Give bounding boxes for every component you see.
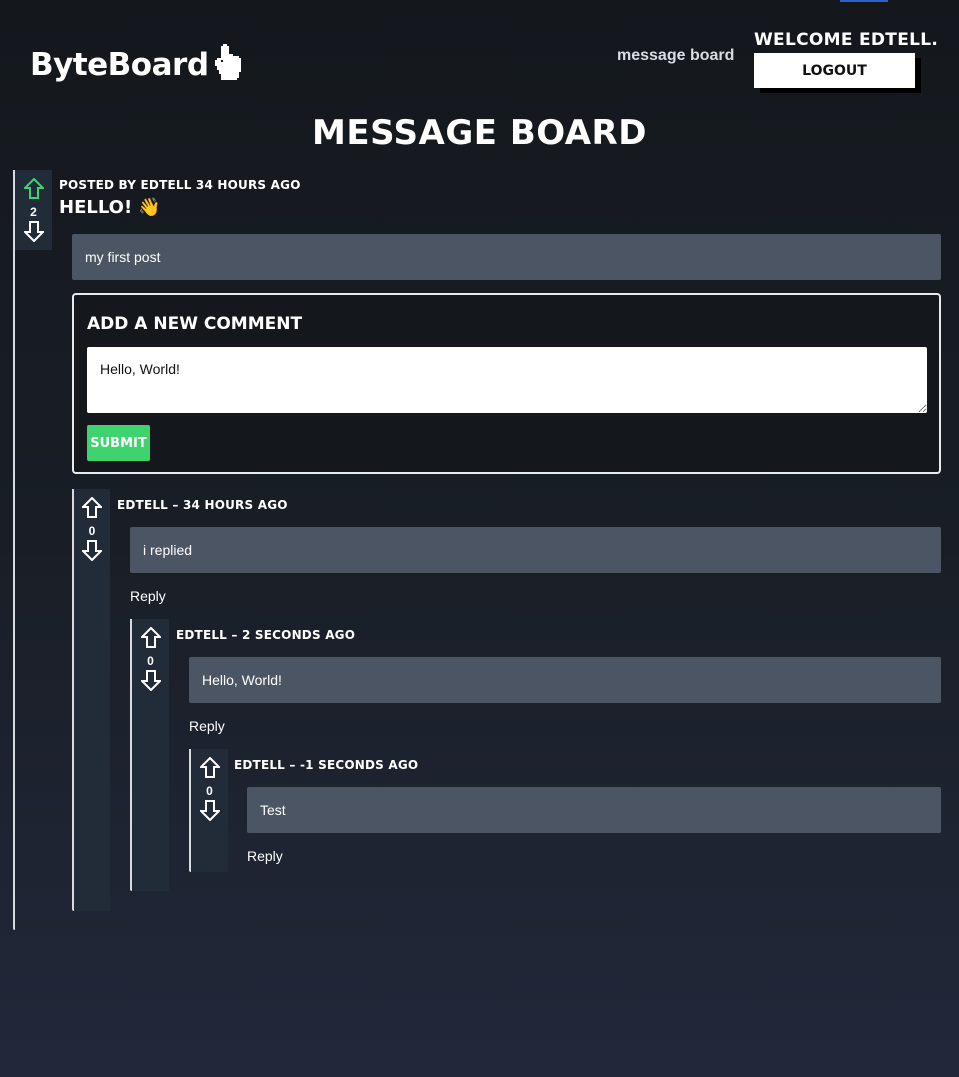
- welcome-text: Welcome edtell.: [754, 30, 939, 50]
- comment-body: i replied: [130, 527, 941, 573]
- comment-vote-panel: 0: [191, 749, 228, 872]
- post-vote-panel: 2: [15, 170, 52, 250]
- post-vote-count: 2: [30, 205, 37, 219]
- comment-meta: edtell – -1 seconds ago: [234, 758, 419, 772]
- logout-button[interactable]: Logout: [754, 53, 915, 88]
- logo-text: ByteBoard: [30, 46, 209, 83]
- comment-meta: edtell – 34 hours ago: [117, 498, 288, 512]
- arrow-up-icon[interactable]: [22, 177, 45, 205]
- comment-vote-count: 0: [147, 654, 154, 668]
- site-logo[interactable]: ByteBoard: [30, 44, 243, 85]
- comment-textarea[interactable]: [87, 347, 927, 413]
- submit-button[interactable]: Submit: [87, 425, 150, 461]
- post-thread-line: [13, 170, 15, 930]
- reply-link[interactable]: Reply: [189, 718, 225, 734]
- post-body: my first post: [72, 234, 941, 280]
- arrow-up-icon[interactable]: [198, 756, 221, 784]
- reply-link[interactable]: Reply: [247, 848, 283, 864]
- arrow-up-icon[interactable]: [80, 496, 104, 524]
- comment-form-title: Add a new comment: [87, 314, 303, 334]
- post-meta: Posted by edtell 34 hours ago: [59, 178, 301, 192]
- top-accent-bar: [840, 0, 888, 2]
- arrow-down-icon[interactable]: [139, 669, 162, 696]
- comment-vote-panel: 0: [132, 619, 169, 891]
- comment-vote-count: 0: [88, 524, 96, 538]
- nav-message-board[interactable]: message board: [617, 47, 734, 65]
- arrow-down-icon[interactable]: [22, 220, 45, 247]
- pointer-hand-icon: [214, 44, 243, 85]
- reply-link[interactable]: Reply: [130, 588, 166, 604]
- comment-body: Test: [247, 787, 941, 833]
- comment-vote-count: 0: [206, 784, 213, 798]
- arrow-down-icon[interactable]: [80, 539, 104, 566]
- arrow-down-icon[interactable]: [198, 799, 221, 826]
- arrow-up-icon[interactable]: [139, 626, 162, 654]
- add-comment-form: Add a new comment Submit: [72, 293, 941, 474]
- comment-body: Hello, World!: [189, 657, 941, 703]
- comment-vote-panel: 0: [74, 489, 110, 911]
- post-title: Hello! 👋: [59, 197, 161, 218]
- page-title: Message Board: [312, 113, 647, 153]
- comment-meta: edtell – 2 seconds ago: [176, 628, 356, 642]
